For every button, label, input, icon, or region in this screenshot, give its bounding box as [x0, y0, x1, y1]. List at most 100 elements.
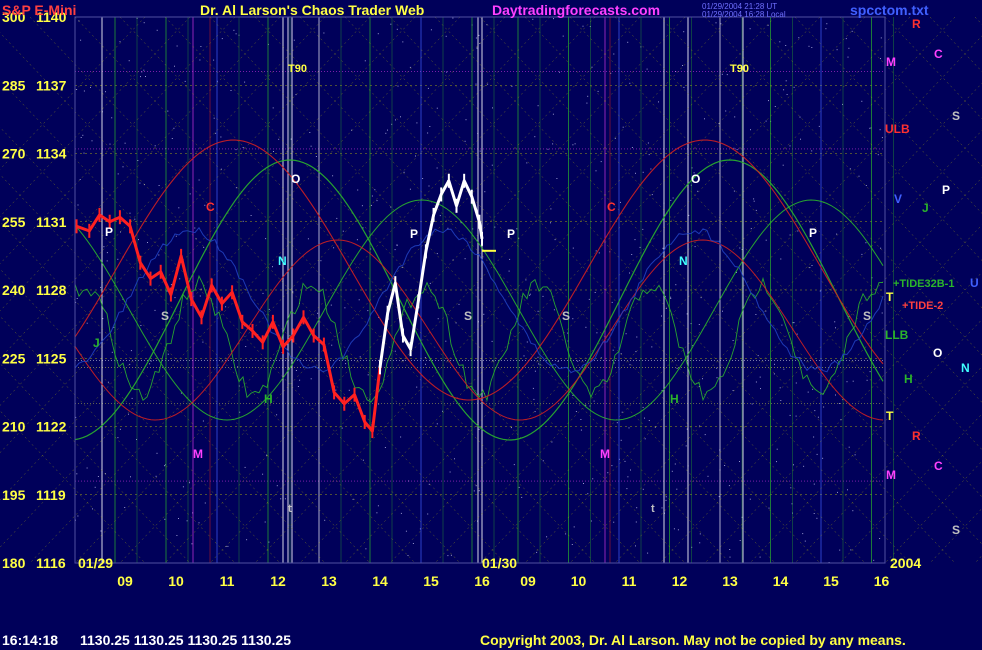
star-dot	[494, 226, 496, 228]
star-dot	[367, 374, 369, 376]
star-dot	[636, 336, 638, 338]
star-dot	[331, 344, 333, 346]
y-price-tick-label: 1122	[36, 419, 67, 435]
star-dot	[812, 388, 814, 390]
star-dot	[402, 41, 404, 43]
star-dot	[621, 411, 623, 413]
star-dot	[82, 134, 84, 136]
star-dot	[377, 33, 379, 35]
star-dot	[750, 129, 751, 131]
site-link[interactable]: Daytradingforecasts.com	[492, 2, 660, 18]
star-dot	[416, 122, 418, 124]
star-dot	[866, 379, 868, 381]
star-dot	[739, 461, 740, 462]
star-dot	[865, 242, 867, 244]
star-dot	[166, 290, 168, 292]
star-dot	[333, 247, 335, 249]
star-dot	[174, 65, 175, 67]
star-dot	[361, 205, 363, 207]
star-dot	[276, 414, 278, 416]
star-dot	[834, 321, 836, 323]
star-dot	[817, 416, 819, 418]
star-dot	[109, 143, 111, 145]
star-dot	[852, 380, 854, 382]
star-dot	[79, 179, 81, 180]
star-dot	[376, 512, 378, 514]
star-dot	[826, 23, 828, 25]
y-left-tick-label: 195	[2, 487, 26, 503]
star-dot	[450, 554, 452, 556]
star-dot	[809, 267, 811, 268]
star-dot	[436, 423, 438, 425]
star-dot	[780, 400, 782, 401]
star-dot	[364, 60, 366, 62]
star-dot	[647, 142, 649, 144]
star-dot	[376, 200, 378, 202]
star-dot	[586, 102, 588, 104]
date-label: 01/29	[78, 555, 113, 571]
star-dot	[670, 298, 672, 299]
star-dot	[400, 436, 402, 438]
star-dot	[879, 129, 881, 131]
star-dot	[726, 74, 728, 76]
star-dot	[846, 381, 848, 383]
star-dot	[811, 150, 813, 152]
star-dot	[861, 253, 863, 255]
star-dot	[765, 239, 767, 241]
star-dot	[130, 350, 132, 352]
star-dot	[808, 45, 810, 47]
symbol-label: S&P E-Mini	[2, 2, 77, 18]
star-dot	[613, 53, 615, 55]
star-dot	[720, 23, 722, 25]
star-dot	[635, 351, 637, 353]
star-dot	[790, 487, 792, 489]
star-dot	[475, 37, 477, 39]
star-dot	[137, 160, 139, 161]
star-dot	[384, 447, 386, 448]
star-dot	[785, 80, 787, 82]
star-dot	[865, 185, 867, 186]
star-dot	[111, 117, 113, 119]
star-dot	[242, 220, 244, 222]
planet-label-j: J	[922, 201, 929, 215]
star-dot	[129, 212, 131, 214]
star-dot	[780, 258, 782, 260]
planet-label-c: C	[206, 200, 215, 214]
y-price-tick-label: 1119	[36, 487, 66, 503]
star-dot	[592, 478, 594, 480]
star-dot	[607, 472, 609, 474]
star-dot	[239, 411, 241, 413]
star-dot	[813, 483, 815, 485]
star-dot	[266, 454, 267, 456]
star-dot	[131, 397, 133, 399]
planet-label-s: S	[562, 309, 570, 323]
star-dot	[77, 204, 79, 206]
star-dot	[227, 545, 229, 547]
star-dot	[164, 465, 165, 467]
star-dot	[672, 197, 674, 199]
star-dot	[789, 414, 791, 416]
star-dot	[323, 32, 325, 34]
star-dot	[475, 83, 477, 85]
star-dot	[847, 56, 849, 58]
x-tick-label: 13	[722, 573, 738, 589]
star-dot	[755, 314, 757, 315]
star-dot	[732, 340, 734, 341]
star-dot	[813, 436, 815, 438]
star-dot	[487, 83, 489, 85]
star-dot	[546, 536, 548, 538]
star-dot	[552, 143, 554, 145]
star-dot	[341, 427, 343, 429]
star-dot	[203, 246, 205, 248]
star-dot	[324, 519, 326, 521]
star-dot	[881, 312, 883, 314]
star-dot	[612, 349, 614, 351]
star-dot	[836, 49, 838, 51]
star-dot	[776, 448, 778, 450]
star-dot	[342, 230, 344, 232]
star-dot	[704, 118, 705, 120]
star-dot	[537, 105, 539, 107]
star-dot	[765, 120, 767, 122]
star-dot	[213, 117, 215, 119]
star-dot	[83, 90, 85, 92]
